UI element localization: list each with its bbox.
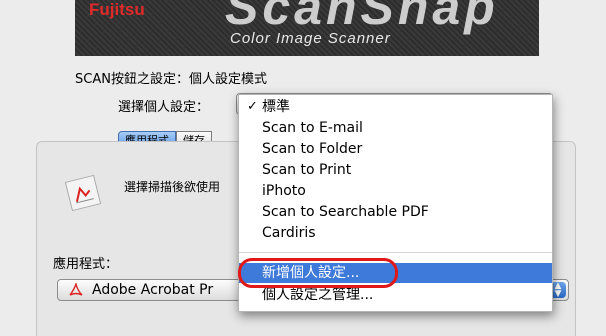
mode-title: SCAN按鈕之設定：個人設定模式 bbox=[75, 72, 267, 87]
scansnap-banner: Fujitsu ScanSnap Color Image Scanner bbox=[75, 0, 539, 56]
application-select-value: Adobe Acrobat Pr bbox=[92, 282, 214, 298]
menu-separator bbox=[239, 252, 552, 253]
menu-item-label: Cardiris bbox=[262, 225, 316, 241]
menu-item-label: 標準 bbox=[262, 99, 290, 115]
menu-item-cardiris[interactable]: Cardiris bbox=[239, 223, 552, 243]
menu-item-scan-to-email[interactable]: Scan to E-mail bbox=[239, 118, 552, 138]
brand-logo: Fujitsu bbox=[89, 0, 145, 19]
menu-item-manage-profiles[interactable]: 個人設定之管理... bbox=[239, 285, 552, 305]
menu-item-scan-to-searchable-pdf[interactable]: Scan to Searchable PDF bbox=[239, 202, 552, 222]
menu-item-label: Scan to Searchable PDF bbox=[262, 204, 429, 220]
menu-item-label: iPhoto bbox=[262, 183, 306, 199]
applications-label: 應用程式： bbox=[53, 257, 119, 272]
menu-item-scan-to-folder[interactable]: Scan to Folder bbox=[239, 139, 552, 159]
select-app-text: 選擇掃描後欲使用 bbox=[124, 180, 221, 194]
menu-item-label: Scan to Folder bbox=[262, 141, 363, 157]
menu-item-label: Scan to E-mail bbox=[262, 120, 363, 136]
banner-tagline: Color Image Scanner bbox=[230, 30, 391, 47]
menu-item-iphoto[interactable]: iPhoto bbox=[239, 181, 552, 201]
pdf-icon bbox=[69, 283, 83, 296]
profile-label: 選擇個人設定： bbox=[118, 100, 210, 115]
menu-item-standard[interactable]: ✓ 標準 bbox=[239, 97, 552, 117]
annotation-highlight-ring bbox=[238, 258, 398, 288]
checkmark-icon: ✓ bbox=[247, 99, 258, 114]
menu-item-label: 個人設定之管理... bbox=[262, 287, 374, 303]
menu-item-scan-to-print[interactable]: Scan to Print bbox=[239, 160, 552, 180]
menu-item-label: Scan to Print bbox=[262, 162, 352, 178]
